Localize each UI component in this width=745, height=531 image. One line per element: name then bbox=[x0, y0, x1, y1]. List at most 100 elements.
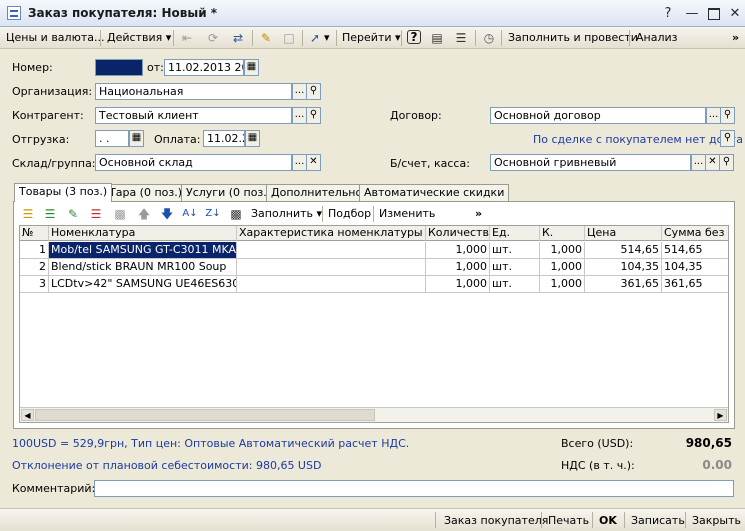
minimize-button[interactable]: — bbox=[683, 6, 701, 22]
unpost-document-icon[interactable]: □ bbox=[281, 30, 297, 46]
tab-additional[interactable]: Дополнительно bbox=[266, 184, 368, 201]
select-ellipsis-button[interactable]: ... bbox=[292, 154, 307, 171]
clear-icon[interactable]: ✕ bbox=[306, 154, 321, 171]
contractor-field[interactable]: Тестовый клиент bbox=[95, 107, 292, 124]
clear-icon[interactable]: ✕ bbox=[705, 154, 720, 171]
calendar-icon[interactable]: ▦ bbox=[245, 130, 260, 147]
help-icon[interactable]: ? bbox=[407, 30, 421, 44]
list-view-icon[interactable]: ☰ bbox=[453, 30, 469, 46]
print-button[interactable]: Печать bbox=[543, 512, 594, 529]
table-cell-price[interactable]: 514,65 bbox=[585, 242, 662, 259]
maximize-button[interactable] bbox=[705, 6, 723, 22]
table-cell-item[interactable]: LCDtv>42" SAMSUNG UE46ES630... bbox=[49, 276, 237, 293]
table-cell-sum[interactable]: 514,65 bbox=[662, 242, 728, 259]
goods-table[interactable]: № Номенклатура Характеристика номенклату… bbox=[19, 225, 729, 423]
date-field[interactable]: 11.02.2013 20: bbox=[164, 59, 244, 76]
toolbar-more-icon[interactable]: » bbox=[732, 30, 739, 46]
column-header-item[interactable]: Номенклатура bbox=[49, 226, 237, 241]
move-up-icon[interactable]: 🡅 bbox=[136, 206, 152, 222]
deviation-link[interactable]: Отклонение от плановой себестоимости: 98… bbox=[12, 459, 321, 472]
table-row[interactable]: 1 bbox=[20, 242, 49, 259]
select-ellipsis-button[interactable]: ... bbox=[292, 107, 307, 124]
contract-field[interactable]: Основной договор bbox=[490, 107, 706, 124]
column-header-quantity[interactable]: Количество bbox=[426, 226, 490, 241]
delete-row-icon[interactable]: ☰ bbox=[88, 206, 104, 222]
table-cell-quantity[interactable]: 1,000 bbox=[426, 242, 490, 259]
open-magnifier-icon[interactable]: ⚲ bbox=[719, 154, 734, 171]
table-toolbar-more-icon[interactable]: » bbox=[475, 206, 482, 222]
table-cell-characteristic[interactable] bbox=[237, 259, 426, 276]
change-button[interactable]: Изменить bbox=[379, 206, 435, 222]
pick-button[interactable]: Подбор bbox=[328, 206, 371, 222]
table-cell-coef[interactable]: 1,000 bbox=[540, 276, 585, 293]
sort-asc-icon[interactable]: A↓ bbox=[182, 206, 198, 222]
close-form-button[interactable]: Закрыть bbox=[687, 512, 745, 529]
table-row[interactable]: 2 bbox=[20, 259, 49, 276]
open-magnifier-icon[interactable]: ⚲ bbox=[720, 130, 735, 147]
payment-date-field[interactable]: 11.02.2 bbox=[203, 130, 245, 147]
close-button[interactable]: ✕ bbox=[726, 6, 744, 22]
comment-field[interactable] bbox=[94, 480, 734, 497]
table-cell-characteristic[interactable] bbox=[237, 242, 426, 259]
number-field[interactable] bbox=[95, 59, 143, 76]
open-magnifier-icon[interactable]: ⚲ bbox=[720, 107, 735, 124]
tab-containers[interactable]: Тара (0 поз.) bbox=[104, 184, 188, 201]
column-header-coef[interactable]: К. bbox=[540, 226, 585, 241]
end-edit-icon[interactable]: ▩ bbox=[112, 206, 128, 222]
order-form-button[interactable]: Заказ покупателя bbox=[439, 512, 553, 529]
table-cell-item[interactable]: Blend/stick BRAUN MR100 Soup bbox=[49, 259, 237, 276]
move-down-icon[interactable]: 🡇 bbox=[159, 206, 175, 222]
actions-menu[interactable]: Действия ▾ bbox=[107, 30, 171, 46]
column-header-sum[interactable]: Сумма без с bbox=[662, 226, 728, 241]
column-header-unit[interactable]: Ед. bbox=[490, 226, 540, 241]
tab-auto-discounts[interactable]: Автоматические скидки bbox=[359, 184, 510, 201]
copy-row-icon[interactable]: ☰ bbox=[42, 206, 58, 222]
save-button[interactable]: Записать bbox=[626, 512, 690, 529]
select-ellipsis-button[interactable]: ... bbox=[691, 154, 706, 171]
tab-goods[interactable]: Товары (3 поз.) bbox=[14, 183, 113, 202]
table-cell-coef[interactable]: 1,000 bbox=[540, 242, 585, 259]
refresh-icon[interactable]: ⟳ bbox=[205, 30, 221, 46]
table-cell-characteristic[interactable] bbox=[237, 276, 426, 293]
calendar-icon[interactable]: ▦ bbox=[244, 59, 259, 76]
tab-services[interactable]: Услуги (0 поз.) bbox=[181, 184, 277, 201]
edit-row-icon[interactable]: ✎ bbox=[65, 206, 81, 222]
table-cell-item[interactable]: Mob/tel SAMSUNG GT-C3011 MKA ... bbox=[49, 242, 237, 259]
structure-icon[interactable]: ▤ bbox=[429, 30, 445, 46]
scroll-left-icon[interactable]: ◀ bbox=[21, 409, 34, 421]
table-cell-sum[interactable]: 361,65 bbox=[662, 276, 728, 293]
analysis-button[interactable]: Анализ bbox=[636, 30, 678, 46]
table-cell-unit[interactable]: шт. bbox=[490, 276, 540, 293]
exchange-icon[interactable]: ⇄ bbox=[230, 30, 246, 46]
table-cell-sum[interactable]: 104,35 bbox=[662, 259, 728, 276]
column-header-characteristic[interactable]: Характеристика номенклатуры bbox=[237, 226, 426, 241]
open-magnifier-icon[interactable]: ⚲ bbox=[306, 83, 321, 100]
debt-status-link[interactable]: По сделке с покупателем нет долга bbox=[533, 133, 743, 146]
horizontal-scrollbar[interactable]: ◀ ▶ bbox=[20, 407, 728, 422]
ok-button[interactable]: OK bbox=[594, 512, 622, 529]
table-cell-price[interactable]: 104,35 bbox=[585, 259, 662, 276]
fill-menu[interactable]: Заполнить ▾ bbox=[251, 206, 322, 222]
barcode-icon[interactable]: ▩ bbox=[228, 206, 244, 222]
table-row[interactable]: 3 bbox=[20, 276, 49, 293]
table-cell-unit[interactable]: шт. bbox=[490, 259, 540, 276]
open-magnifier-icon[interactable]: ⚲ bbox=[306, 107, 321, 124]
post-document-icon[interactable]: ✎ bbox=[258, 30, 274, 46]
select-ellipsis-button[interactable]: ... bbox=[706, 107, 721, 124]
organization-field[interactable]: Национальная bbox=[95, 83, 292, 100]
rate-info-link[interactable]: 100USD = 529,9грн, Тип цен: Оптовые Авто… bbox=[12, 437, 409, 450]
select-ellipsis-button[interactable]: ... bbox=[292, 83, 307, 100]
scroll-thumb[interactable] bbox=[35, 409, 375, 421]
shipment-date-field[interactable]: . . bbox=[95, 130, 129, 147]
fill-and-post-button[interactable]: Заполнить и провести bbox=[508, 30, 638, 46]
based-on-dropdown[interactable]: ▾ bbox=[324, 30, 330, 46]
sort-desc-icon[interactable]: Z↓ bbox=[205, 206, 221, 222]
warehouse-field[interactable]: Основной склад bbox=[95, 154, 292, 171]
table-cell-quantity[interactable]: 1,000 bbox=[426, 276, 490, 293]
table-cell-unit[interactable]: шт. bbox=[490, 242, 540, 259]
scroll-right-icon[interactable]: ▶ bbox=[714, 409, 727, 421]
table-cell-coef[interactable]: 1,000 bbox=[540, 259, 585, 276]
column-header-price[interactable]: Цена bbox=[585, 226, 662, 241]
prices-currency-button[interactable]: Цены и валюта... bbox=[6, 30, 104, 46]
goto-menu[interactable]: Перейти ▾ bbox=[342, 30, 401, 46]
